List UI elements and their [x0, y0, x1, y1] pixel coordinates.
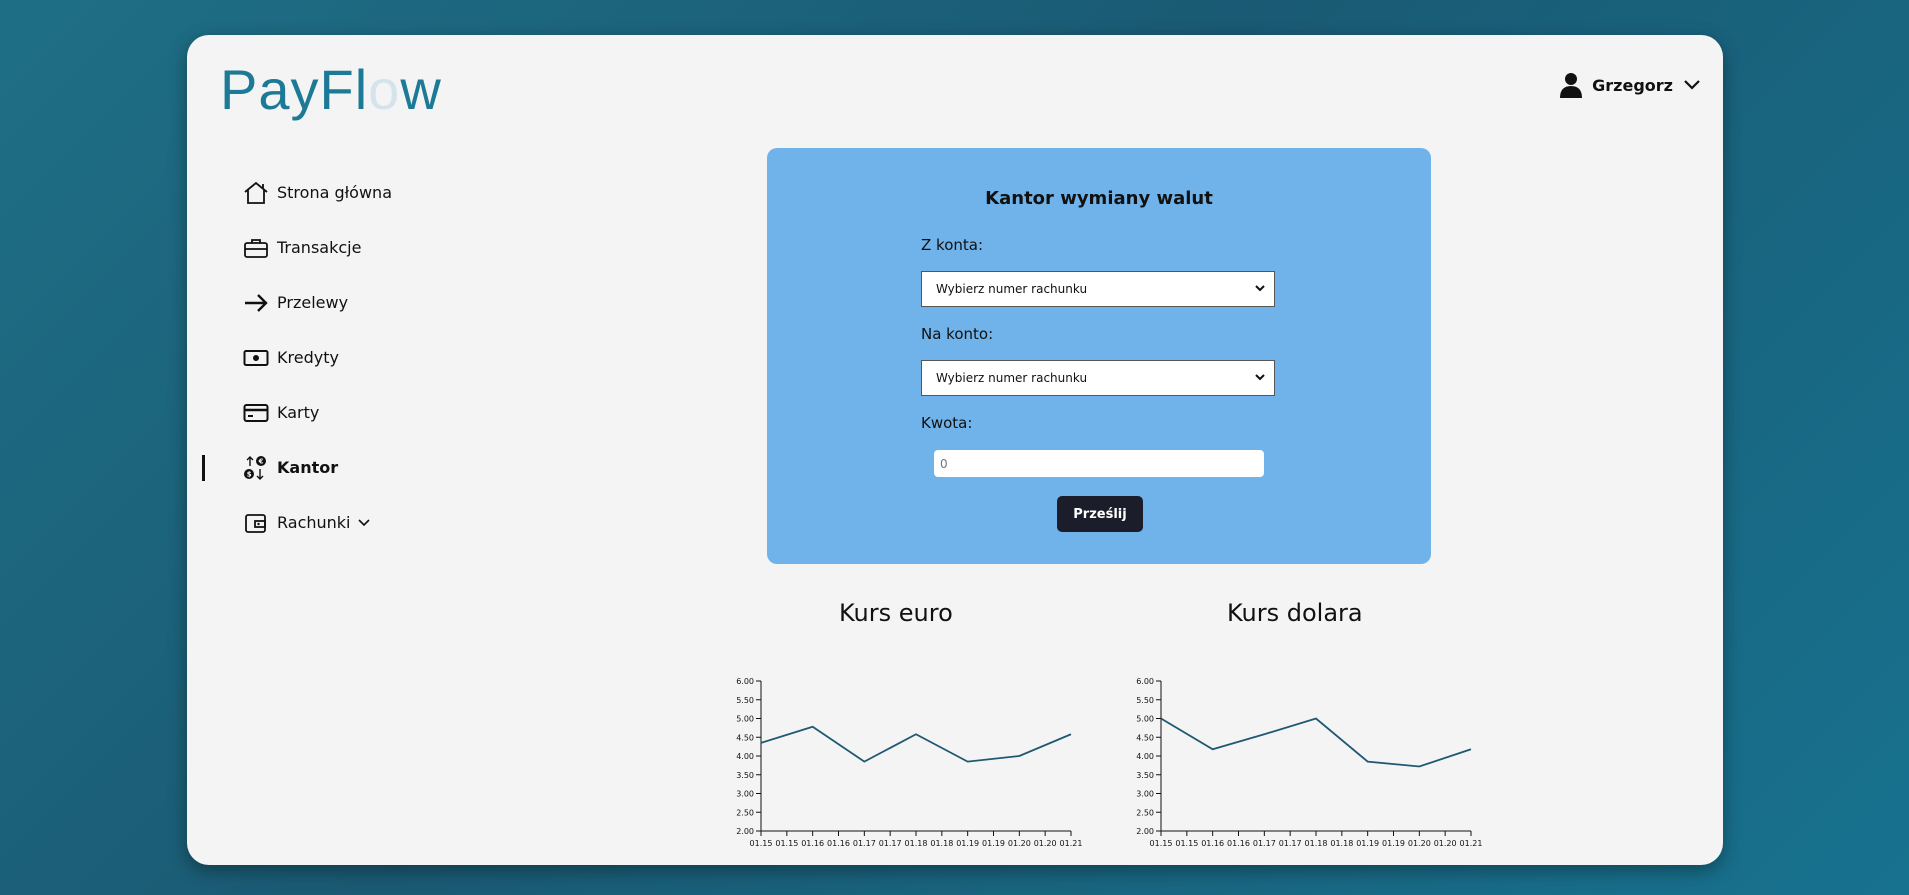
- y-tick-label: 3.00: [736, 790, 754, 799]
- y-tick-label: 6.00: [1136, 677, 1154, 686]
- sidebar-item-karty[interactable]: Karty: [187, 385, 587, 440]
- logo-text-a: PayFl: [220, 58, 369, 121]
- to-account-value: Wybierz numer rachunku: [936, 371, 1088, 385]
- x-tick-label: 01.19: [1382, 839, 1405, 848]
- app-window: PayFlow Grzegorz Strona główna Transakcj…: [187, 35, 1723, 865]
- svg-text:$: $: [247, 470, 252, 478]
- logo-text-b: w: [400, 58, 442, 121]
- x-tick-label: 01.16: [827, 839, 850, 848]
- y-tick-label: 4.00: [736, 752, 754, 761]
- x-tick-label: 01.17: [1253, 839, 1276, 848]
- chevron-down-icon: [1255, 285, 1265, 292]
- x-tick-label: 01.16: [1227, 839, 1250, 848]
- y-tick-label: 2.00: [1136, 827, 1154, 836]
- y-tick-label: 3.00: [1136, 790, 1154, 799]
- euro-chart-title: Kurs euro: [839, 599, 953, 627]
- from-account-label: Z konta:: [921, 236, 984, 254]
- x-tick-label: 01.18: [930, 839, 953, 848]
- sidebar-item-label: Transakcje: [277, 238, 362, 257]
- rate-line: [760, 725, 1072, 763]
- submit-button[interactable]: Prześlij: [1057, 496, 1143, 532]
- to-account-label: Na konto:: [921, 325, 994, 343]
- x-tick-label: 01.19: [982, 839, 1005, 848]
- sidebar-item-transakcje[interactable]: Transakcje: [187, 220, 587, 275]
- x-tick-label: 01.21: [1460, 839, 1483, 848]
- banknote-icon: [243, 345, 269, 371]
- x-tick-label: 01.15: [1175, 839, 1198, 848]
- from-account-value: Wybierz numer rachunku: [936, 282, 1088, 296]
- x-tick-label: 01.21: [1060, 839, 1083, 848]
- user-icon: [1560, 73, 1583, 98]
- y-tick-label: 2.50: [736, 808, 754, 817]
- sidebar-item-kantor[interactable]: € $ Kantor: [187, 440, 587, 495]
- sidebar-item-label: Kantor: [277, 458, 339, 477]
- logo-text-o: o: [368, 58, 401, 121]
- from-account-select[interactable]: Wybierz numer rachunku: [921, 271, 1275, 307]
- chevron-down-icon: [1255, 374, 1265, 381]
- sidebar-item-rachunki[interactable]: Rachunki: [187, 495, 587, 550]
- amount-label: Kwota:: [921, 414, 973, 432]
- dollar-chart-title: Kurs dolara: [1227, 599, 1363, 627]
- x-tick-label: 01.20: [1034, 839, 1057, 848]
- arrow-right-icon: [243, 290, 269, 316]
- wallet-icon: [243, 510, 269, 536]
- x-tick-label: 01.18: [1330, 839, 1353, 848]
- rate-line: [1160, 717, 1472, 768]
- y-tick-label: 5.50: [736, 696, 754, 705]
- x-tick-label: 01.16: [801, 839, 824, 848]
- sidebar-item-home[interactable]: Strona główna: [187, 165, 587, 220]
- x-tick-label: 01.18: [905, 839, 928, 848]
- payflow-logo[interactable]: PayFlow: [220, 55, 442, 125]
- x-tick-label: 01.17: [853, 839, 876, 848]
- x-tick-label: 01.19: [1356, 839, 1379, 848]
- sidebar-item-przelewy[interactable]: Przelewy: [187, 275, 587, 330]
- y-tick-label: 3.50: [1136, 771, 1154, 780]
- x-tick-label: 01.20: [1434, 839, 1457, 848]
- chevron-down-icon: [357, 518, 370, 526]
- y-tick-label: 3.50: [736, 771, 754, 780]
- y-tick-label: 4.50: [736, 733, 754, 742]
- sidebar-nav: Strona główna Transakcje Przelewy Kredyt…: [187, 165, 587, 550]
- euro-rate-chart: 2.00 2.50 3.00 3.50 4.00 4.50 5.00 5.50 6.00 01.1…: [736, 677, 1082, 848]
- sidebar-item-label: Karty: [277, 403, 320, 422]
- to-account-select[interactable]: Wybierz numer rachunku: [921, 360, 1275, 396]
- x-tick-label: 01.15: [750, 839, 773, 848]
- y-tick-label: 5.50: [1136, 696, 1154, 705]
- chevron-down-icon: [1684, 80, 1700, 90]
- y-tick-label: 2.50: [1136, 808, 1154, 817]
- x-tick-label: 01.20: [1008, 839, 1031, 848]
- user-menu[interactable]: Grzegorz: [1560, 72, 1701, 98]
- sidebar-item-label: Kredyty: [277, 348, 339, 367]
- y-tick-label: 2.00: [736, 827, 754, 836]
- currency-exchange-icon: € $: [243, 455, 269, 481]
- home-icon: [243, 180, 269, 206]
- y-tick-label: 5.00: [736, 715, 754, 724]
- sidebar-item-label: Rachunki: [277, 513, 351, 532]
- exchange-title: Kantor wymiany walut: [985, 188, 1213, 209]
- x-tick-label: 01.17: [1279, 839, 1302, 848]
- x-tick-label: 01.20: [1408, 839, 1431, 848]
- svg-text:€: €: [258, 457, 264, 465]
- user-name: Grzegorz: [1592, 75, 1673, 95]
- x-tick-label: 01.15: [775, 839, 798, 848]
- credit-card-icon: [243, 400, 269, 426]
- x-tick-label: 01.18: [1305, 839, 1328, 848]
- sidebar-item-label: Strona główna: [277, 183, 392, 202]
- y-tick-label: 5.00: [1136, 715, 1154, 724]
- x-tick-label: 01.19: [956, 839, 979, 848]
- y-tick-label: 6.00: [736, 677, 754, 686]
- y-tick-label: 4.50: [1136, 733, 1154, 742]
- y-tick-label: 4.00: [1136, 752, 1154, 761]
- briefcase-icon: [243, 235, 269, 261]
- exchange-panel: Kantor wymiany walut Z konta: Wybierz nu…: [767, 148, 1431, 564]
- amount-input[interactable]: [934, 450, 1264, 477]
- dollar-rate-chart: 2.00 2.50 3.00 3.50 4.00 4.50 5.00 5.50 6.00 01.1…: [1136, 677, 1482, 848]
- sidebar-item-label: Przelewy: [277, 293, 349, 312]
- sidebar-item-kredyty[interactable]: Kredyty: [187, 330, 587, 385]
- x-tick-label: 01.15: [1150, 839, 1173, 848]
- x-tick-label: 01.17: [879, 839, 902, 848]
- x-tick-label: 01.16: [1201, 839, 1224, 848]
